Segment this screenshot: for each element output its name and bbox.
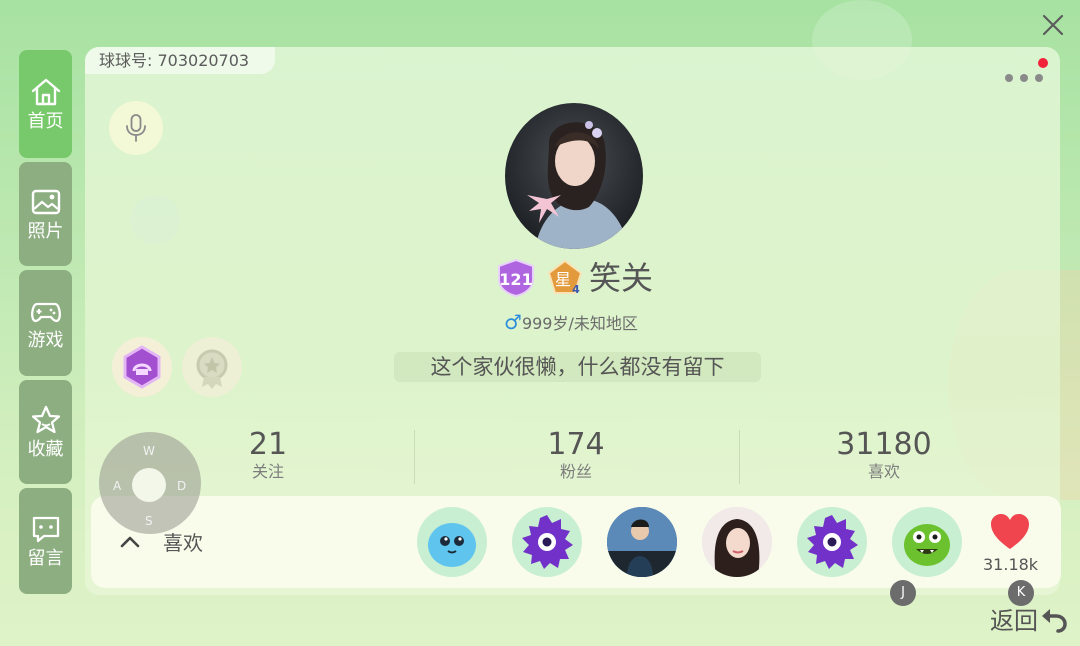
- liker-avatar[interactable]: [512, 507, 582, 577]
- joystick-knob[interactable]: [132, 468, 166, 502]
- gamepad-icon: [30, 302, 61, 323]
- sidebar-item-label: 首页: [27, 111, 64, 132]
- sidebar-item-photos[interactable]: 照片: [19, 162, 72, 266]
- liker-avatar[interactable]: [702, 507, 772, 577]
- liker-avatar[interactable]: [892, 507, 962, 577]
- sidebar-item-label: 游戏: [27, 330, 64, 351]
- stat-following[interactable]: 21 关注: [226, 428, 310, 482]
- close-icon[interactable]: [1038, 10, 1068, 40]
- stat-likes[interactable]: 31180 喜欢: [830, 428, 938, 482]
- nickname: 笑关: [589, 259, 654, 297]
- chevron-up-icon[interactable]: [119, 534, 141, 550]
- photo-icon: [31, 189, 60, 215]
- bio: 这个家伙很懒，什么都没有留下: [394, 352, 761, 382]
- key-hint-j: J: [890, 580, 916, 606]
- back-label: 返回: [990, 606, 1038, 635]
- stat-value: 31180: [836, 427, 932, 462]
- sidebar-item-label: 留言: [27, 548, 64, 569]
- liker-avatar[interactable]: [797, 507, 867, 577]
- joystick-key-left: A: [113, 479, 122, 493]
- stat-label: 喜欢: [867, 462, 900, 481]
- gender-male-icon: ♂: [504, 310, 522, 334]
- svg-text:121: 121: [499, 270, 532, 289]
- age-region: 999岁/未知地区: [521, 314, 638, 333]
- heart-icon[interactable]: [989, 512, 1031, 552]
- more-options-button[interactable]: [1003, 70, 1045, 86]
- sidebar-item-home[interactable]: 首页: [19, 50, 72, 158]
- stat-value: 21: [248, 427, 288, 462]
- sidebar-item-favorites[interactable]: 收藏: [19, 380, 72, 484]
- sidebar-item-label: 照片: [27, 221, 64, 242]
- sidebar-item-label: 收藏: [27, 439, 64, 460]
- medal-purple[interactable]: [112, 337, 172, 397]
- voice-button[interactable]: [109, 101, 163, 155]
- stat-label: 粉丝: [559, 462, 592, 481]
- microphone-icon: [126, 114, 146, 142]
- svg-text:4: 4: [572, 283, 580, 296]
- notification-dot: [1038, 58, 1048, 68]
- profile-meta: ♂999岁/未知地区: [504, 311, 638, 335]
- svg-text:星: 星: [555, 270, 571, 289]
- account-id: 球球号: 703020703: [85, 47, 275, 74]
- star-rank-badge-icon: 星 4: [547, 259, 583, 296]
- stat-fans[interactable]: 174 粉丝: [530, 428, 622, 482]
- divider: [414, 430, 415, 484]
- divider: [739, 430, 740, 484]
- back-button[interactable]: 返回: [990, 600, 1068, 636]
- avatar[interactable]: [505, 103, 643, 249]
- sidebar-item-games[interactable]: 游戏: [19, 270, 72, 376]
- message-icon: [32, 516, 59, 543]
- stat-label: 关注: [251, 462, 284, 481]
- joystick-key-down: S: [145, 514, 153, 528]
- home-icon: [31, 78, 60, 106]
- liker-avatar[interactable]: [607, 507, 677, 577]
- stat-value: 174: [547, 427, 605, 462]
- star-icon: [31, 405, 60, 434]
- back-arrow-icon: [1042, 609, 1067, 633]
- level-badge-icon: 121: [498, 258, 534, 298]
- medal-locked[interactable]: [182, 337, 242, 397]
- joystick-key-right: D: [177, 479, 187, 493]
- liker-avatar[interactable]: [417, 507, 487, 577]
- joystick-key-up: W: [143, 444, 155, 458]
- likes-label: 喜欢: [163, 531, 203, 555]
- virtual-joystick[interactable]: W A D S: [99, 432, 201, 534]
- like-count: 31.18k: [983, 555, 1039, 574]
- sidebar-item-messages[interactable]: 留言: [19, 488, 72, 594]
